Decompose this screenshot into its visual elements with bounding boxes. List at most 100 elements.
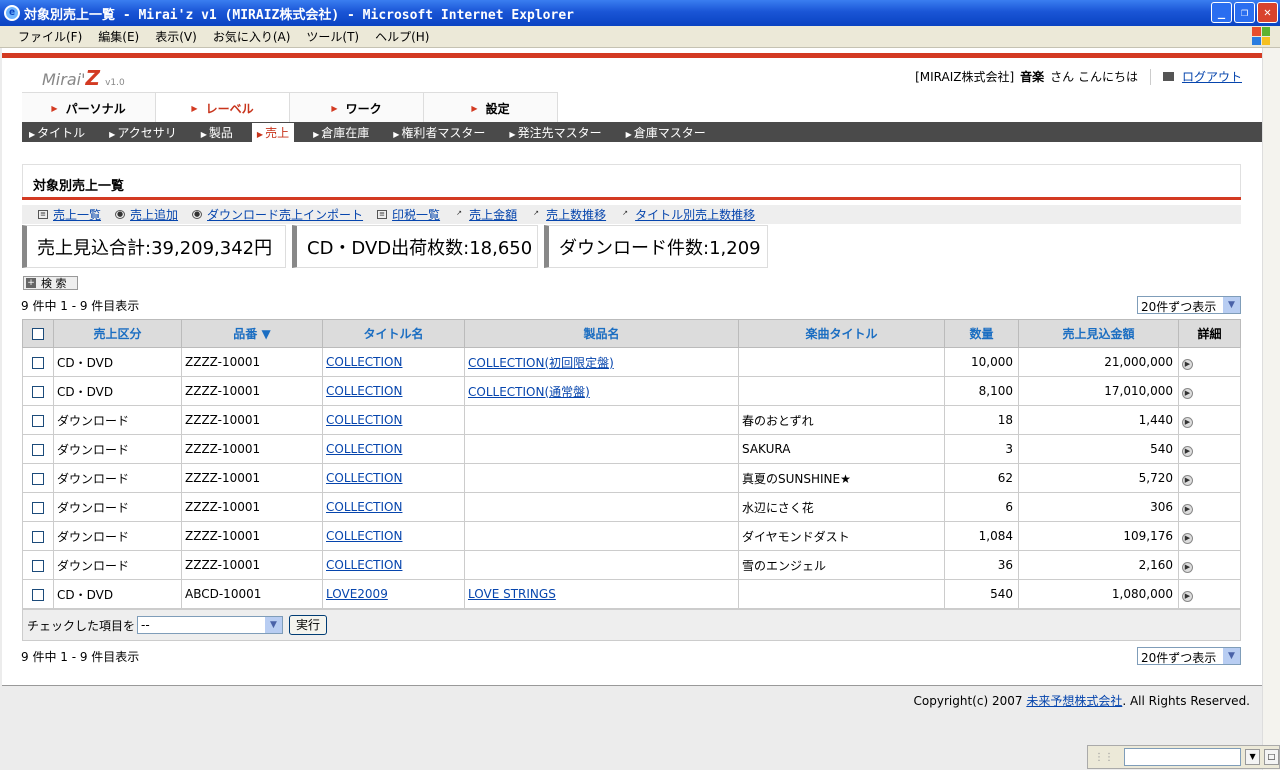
action-royalty-list[interactable]: ≡ 印税一覧 xyxy=(377,206,440,223)
detail-arrow-icon[interactable]: ▶ xyxy=(1182,387,1193,399)
logout-link[interactable]: ログアウト xyxy=(1182,68,1242,85)
title-link[interactable]: COLLECTION xyxy=(326,355,402,369)
product-link[interactable]: COLLECTION(通常盤) xyxy=(468,385,590,399)
page-title: 対象別売上一覧 xyxy=(22,164,1241,200)
col-title[interactable]: タイトル名 xyxy=(322,319,465,348)
select-all-checkbox[interactable] xyxy=(32,328,44,340)
menu-file[interactable]: ファイル(F) xyxy=(18,28,82,45)
cell-song-title xyxy=(738,579,945,609)
product-link[interactable]: COLLECTION(初回限定盤) xyxy=(468,356,614,370)
plus-icon: + xyxy=(26,278,36,288)
user-info: [MIRAIZ株式会社] 音楽 さん こんにちは ログアウト xyxy=(915,68,1242,85)
detail-arrow-icon[interactable]: ▶ xyxy=(1182,358,1193,370)
user-name: 音楽 xyxy=(1020,70,1045,84)
detail-arrow-icon[interactable]: ▶ xyxy=(1182,590,1193,602)
subnav-rights-holder-master[interactable]: ▶ 権利者マスター xyxy=(388,123,490,142)
detail-arrow-icon[interactable]: ▶ xyxy=(1182,503,1193,515)
bulk-action-select[interactable]: -- ▼ xyxy=(137,616,284,634)
row-checkbox[interactable] xyxy=(32,472,44,485)
title-link[interactable]: COLLECTION xyxy=(326,558,402,572)
action-sales-list[interactable]: ≡ 売上一覧 xyxy=(38,206,101,223)
detail-arrow-icon[interactable]: ▶ xyxy=(1182,474,1193,486)
window-icon[interactable]: □ xyxy=(1264,749,1279,765)
cell-sales-type: ダウンロード xyxy=(53,492,182,522)
cell-title: COLLECTION xyxy=(322,376,465,406)
maximize-button[interactable]: ❐ xyxy=(1234,2,1255,23)
cell-title: COLLECTION xyxy=(322,463,465,493)
cell-detail: ▶ xyxy=(1178,405,1241,435)
cell-product-code: ABCD-10001 xyxy=(181,579,323,609)
subnav-title[interactable]: ▶ タイトル xyxy=(24,123,90,142)
subnav-warehouse-stock[interactable]: ▶ 倉庫在庫 xyxy=(308,123,374,142)
detail-arrow-icon[interactable]: ▶ xyxy=(1182,532,1193,544)
cell-detail: ▶ xyxy=(1178,434,1241,464)
action-download-import[interactable]: ● ダウンロード売上インポート xyxy=(192,206,363,223)
cell-estimated-amount: 17,010,000 xyxy=(1018,376,1179,406)
chart-icon: ↗ xyxy=(622,209,629,217)
row-checkbox[interactable] xyxy=(32,414,44,427)
close-button[interactable]: ✕ xyxy=(1257,2,1278,23)
product-link[interactable]: LOVE STRINGS xyxy=(468,587,556,601)
col-estimated-amount[interactable]: 売上見込金額 xyxy=(1018,319,1179,348)
row-checkbox[interactable] xyxy=(32,443,44,456)
company-link[interactable]: 未来予想株式会社 xyxy=(1026,694,1122,708)
detail-arrow-icon[interactable]: ▶ xyxy=(1182,445,1193,457)
action-sales-amount[interactable]: ↗ 売上金額 xyxy=(454,206,517,223)
col-quantity[interactable]: 数量 xyxy=(944,319,1019,348)
title-link[interactable]: COLLECTION xyxy=(326,384,402,398)
action-add-sale[interactable]: ● 売上追加 xyxy=(115,206,178,223)
subnav-sales[interactable]: ▶ 売上 xyxy=(251,122,295,142)
action-sales-trend[interactable]: ↗ 売上数推移 xyxy=(531,206,606,223)
subnav-accessory[interactable]: ▶ アクセサリ xyxy=(104,123,182,142)
subnav-product[interactable]: ▶ 製品 xyxy=(196,123,238,142)
status-input[interactable] xyxy=(1124,748,1242,766)
col-product-code[interactable]: 品番 ▼ xyxy=(181,319,323,348)
menu-edit[interactable]: 編集(E) xyxy=(98,28,139,45)
subnav-warehouse-master[interactable]: ▶ 倉庫マスター xyxy=(621,123,711,142)
row-checkbox[interactable] xyxy=(32,588,44,601)
cell-quantity: 6 xyxy=(944,492,1019,522)
grip-icon: ⋮⋮ xyxy=(1094,751,1114,763)
cell-product-name: COLLECTION(通常盤) xyxy=(464,376,739,406)
menu-favorites[interactable]: お気に入り(A) xyxy=(213,28,291,45)
tab-personal[interactable]: ▶ パーソナル xyxy=(22,93,156,123)
per-page-select-bottom[interactable]: 20件ずつ表示 ▼ xyxy=(1137,647,1241,665)
menu-help[interactable]: ヘルプ(H) xyxy=(375,28,429,45)
menu-view[interactable]: 表示(V) xyxy=(155,28,197,45)
tab-label[interactable]: ▶ レーベル xyxy=(156,93,290,123)
col-song-title[interactable]: 楽曲タイトル xyxy=(738,319,945,348)
minimize-button[interactable]: _ xyxy=(1211,2,1232,23)
title-link[interactable]: COLLECTION xyxy=(326,471,402,485)
title-link[interactable]: COLLECTION xyxy=(326,500,402,514)
action-title-sales-trend[interactable]: ↗ タイトル別売上数推移 xyxy=(620,206,755,223)
menu-tools[interactable]: ツール(T) xyxy=(306,28,359,45)
cell-estimated-amount: 109,176 xyxy=(1018,521,1179,551)
tab-settings[interactable]: ▶ 設定 xyxy=(424,93,558,123)
cell-quantity: 3 xyxy=(944,434,1019,464)
row-checkbox[interactable] xyxy=(32,385,44,398)
cell-song-title: 春のおとずれ xyxy=(738,405,945,435)
detail-arrow-icon[interactable]: ▶ xyxy=(1182,416,1193,428)
tab-work[interactable]: ▶ ワーク xyxy=(290,93,424,123)
chart-icon: ↗ xyxy=(456,209,462,217)
row-checkbox[interactable] xyxy=(32,501,44,514)
title-link[interactable]: COLLECTION xyxy=(326,529,402,543)
per-page-select-top[interactable]: 20件ずつ表示 ▼ xyxy=(1137,296,1241,314)
subnav-supplier-master[interactable]: ▶ 発注先マスター xyxy=(504,123,606,142)
execute-button[interactable]: 実行 xyxy=(289,615,328,635)
title-link[interactable]: COLLECTION xyxy=(326,413,402,427)
table-row: CD・DVD ABCD-10001 LOVE2009 LOVE STRINGS 540 1… xyxy=(22,579,1241,609)
search-toggle-button[interactable]: + 検 索 xyxy=(23,276,78,290)
title-link[interactable]: COLLECTION xyxy=(326,442,402,456)
row-checkbox[interactable] xyxy=(32,356,44,369)
row-checkbox[interactable] xyxy=(32,559,44,572)
detail-arrow-icon[interactable]: ▶ xyxy=(1182,561,1193,573)
col-sales-type[interactable]: 売上区分 xyxy=(53,319,182,348)
title-link[interactable]: LOVE2009 xyxy=(326,587,388,601)
row-checkbox[interactable] xyxy=(32,530,44,543)
cell-estimated-amount: 21,000,000 xyxy=(1018,347,1179,377)
vertical-scrollbar[interactable] xyxy=(1262,48,1280,770)
col-product-name[interactable]: 製品名 xyxy=(464,319,739,348)
table-row: ダウンロード ZZZZ-10001 COLLECTION ダイヤモンドダスト 1,084… xyxy=(22,521,1241,551)
chevron-down-icon[interactable]: ▼ xyxy=(1245,749,1261,765)
